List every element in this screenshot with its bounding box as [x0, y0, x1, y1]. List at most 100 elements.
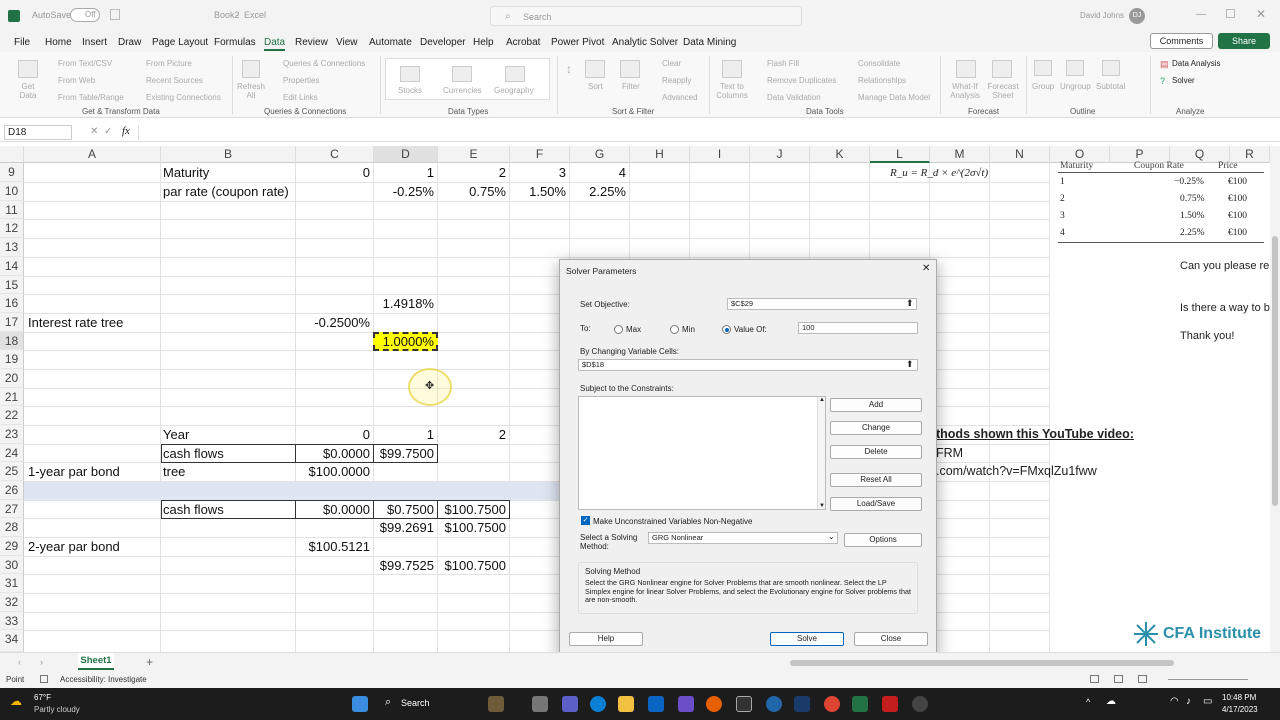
search-box[interactable]: ⌕ Search — [490, 6, 802, 26]
clear-button[interactable]: Clear — [662, 59, 681, 68]
chevron-down-icon[interactable]: ⌄ — [828, 532, 835, 541]
existing-connections[interactable]: Existing Connections — [146, 93, 221, 102]
excel-taskbar-icon[interactable] — [852, 696, 868, 712]
cell-d28[interactable]: $99.2691 — [374, 519, 434, 537]
group-button[interactable]: Group — [1032, 82, 1054, 91]
cell-c23[interactable]: 0 — [296, 426, 370, 444]
tab-analytic-solver[interactable]: Analytic Solver — [612, 37, 678, 48]
value-of-input[interactable]: 100 — [798, 322, 918, 334]
row-header-13[interactable]: 13 — [0, 238, 24, 257]
cell-e30[interactable]: $100.7500 — [438, 557, 506, 575]
onedrive-icon[interactable]: ☁ — [1106, 696, 1116, 707]
row-header-15[interactable]: 15 — [0, 276, 24, 294]
refresh-all-button[interactable]: Refresh All — [236, 82, 266, 100]
cell-c25[interactable]: $100.0000 — [296, 463, 370, 481]
currencies-button[interactable]: Currencies — [443, 86, 482, 95]
minimize-icon[interactable]: — — [1196, 9, 1206, 20]
save-icon[interactable] — [110, 9, 120, 20]
col-header-k[interactable]: K — [810, 146, 870, 163]
tab-acrobat[interactable]: Acrobat — [506, 37, 540, 48]
row-header-16[interactable]: 16 — [0, 294, 24, 313]
cell-b9[interactable]: Maturity — [163, 164, 209, 182]
row-header-33[interactable]: 33 — [0, 612, 24, 630]
clock-date[interactable]: 4/17/2023 — [1222, 705, 1258, 714]
change-button[interactable]: Change — [830, 421, 922, 435]
col-header-j[interactable]: J — [750, 146, 810, 163]
media-icon[interactable] — [678, 696, 694, 712]
tab-developer[interactable]: Developer — [420, 37, 466, 48]
cell-d18[interactable]: 1.0000% — [374, 333, 434, 351]
filter-button[interactable]: Filter — [622, 82, 640, 91]
help-button[interactable]: Help — [569, 632, 643, 646]
geography-button[interactable]: Geography — [494, 86, 534, 95]
tab-insert[interactable]: Insert — [82, 37, 107, 48]
reapply-button[interactable]: Reapply — [662, 76, 691, 85]
weather-temp[interactable]: 67°F — [34, 693, 51, 702]
relationships-button[interactable]: Relationships — [858, 76, 906, 85]
from-picture[interactable]: From Picture — [146, 59, 192, 68]
cell-e9[interactable]: 2 — [438, 164, 506, 182]
sort-button[interactable]: Sort — [588, 82, 603, 91]
row-header-34[interactable]: 34 — [0, 630, 24, 652]
cell-b24[interactable]: cash flows — [163, 445, 224, 463]
select-all-corner[interactable] — [0, 146, 24, 163]
row-header-26[interactable]: 26 — [0, 481, 24, 500]
macro-icon[interactable] — [40, 675, 48, 683]
data-validation-button[interactable]: Data Validation — [767, 93, 821, 102]
col-header-g[interactable]: G — [570, 146, 630, 163]
text-to-columns-button[interactable]: Text to Columns — [714, 82, 750, 100]
cell-a17[interactable]: Interest rate tree — [28, 314, 123, 332]
sheet-tab-sheet1[interactable]: Sheet1 — [78, 653, 114, 670]
cell-e28[interactable]: $100.7500 — [438, 519, 506, 537]
tray-chevron-icon[interactable]: ^ — [1086, 697, 1090, 707]
tab-data[interactable]: Data — [264, 37, 286, 51]
tab-review[interactable]: Review — [295, 37, 328, 48]
tab-help[interactable]: Help — [473, 37, 494, 48]
collapse-objective-icon[interactable]: ⬆ — [906, 298, 914, 309]
consolidate-button[interactable]: Consolidate — [858, 59, 900, 68]
dialog-close-icon[interactable]: ✕ — [922, 263, 930, 274]
col-header-d[interactable]: D — [374, 146, 438, 163]
cell-b10[interactable]: par rate (coupon rate) — [163, 183, 289, 201]
edit-links[interactable]: Edit Links — [283, 93, 318, 102]
stocks-button[interactable]: Stocks — [398, 86, 422, 95]
forecast-sheet-button[interactable]: Forecast Sheet — [986, 82, 1020, 100]
nonneg-checkbox[interactable]: ✓ — [581, 516, 590, 525]
name-box[interactable]: D18 — [4, 125, 72, 140]
row-header-9[interactable]: 9 — [0, 163, 24, 182]
col-header-f[interactable]: F — [510, 146, 570, 163]
scroll-down-icon[interactable]: ▼ — [819, 503, 825, 509]
row-header-10[interactable]: 10 — [0, 182, 24, 201]
cell-c29[interactable]: $100.5121 — [296, 538, 370, 556]
solver-button[interactable]: Solver — [1172, 76, 1195, 85]
col-header-n[interactable]: N — [990, 146, 1050, 163]
col-header-h[interactable]: H — [630, 146, 690, 163]
from-table-range[interactable]: From Table/Range — [58, 93, 124, 102]
battery-icon[interactable]: ▭ — [1203, 696, 1212, 707]
file-explorer-icon[interactable] — [618, 696, 634, 712]
row-header-28[interactable]: 28 — [0, 518, 24, 537]
tab-power-pivot[interactable]: Power Pivot — [551, 37, 604, 48]
vertical-scroll-thumb[interactable] — [1272, 236, 1278, 506]
row-header-27[interactable]: 27 — [0, 500, 24, 518]
cell-b25[interactable]: tree — [163, 463, 185, 481]
cell-d27[interactable]: $0.7500 — [374, 501, 434, 519]
row-header-19[interactable]: 19 — [0, 350, 24, 369]
value-of-radio[interactable] — [722, 325, 731, 334]
subtotal-button[interactable]: Subtotal — [1096, 82, 1125, 91]
row-header-32[interactable]: 32 — [0, 593, 24, 612]
collapse-changing-icon[interactable]: ⬆ — [906, 359, 914, 370]
col-header-b[interactable]: B — [161, 146, 296, 163]
cell-g9[interactable]: 4 — [570, 164, 626, 182]
cell-d9[interactable]: 1 — [374, 164, 434, 182]
cell-d24[interactable]: $99.7500 — [374, 445, 434, 463]
row-header-21[interactable]: 21 — [0, 388, 24, 406]
row-header-14[interactable]: 14 — [0, 257, 24, 276]
from-text-csv[interactable]: From Text/CSV — [58, 59, 112, 68]
col-header-l[interactable]: L — [870, 146, 930, 163]
cell-d30[interactable]: $99.7525 — [374, 557, 434, 575]
col-header-i[interactable]: I — [690, 146, 750, 163]
what-if-analysis-button[interactable]: What-If Analysis — [946, 82, 984, 100]
clock-time[interactable]: 10:48 PM — [1222, 693, 1256, 702]
normal-view-icon[interactable] — [1090, 675, 1099, 683]
